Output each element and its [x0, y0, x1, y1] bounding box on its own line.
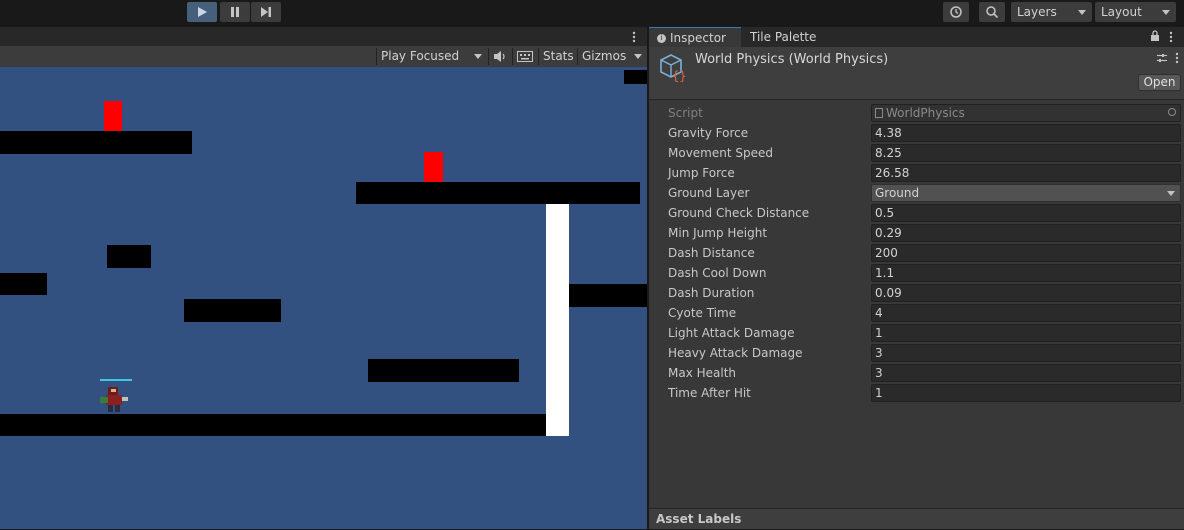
min-jump-height-label: Min Jump Height [668, 226, 768, 240]
game-view-toolbar: Play Focused Stats Gizmos [0, 46, 647, 67]
chevron-down-icon [1167, 191, 1175, 196]
component-header: {} World Physics (World Physics) Open [649, 47, 1184, 100]
chevron-down-icon [1078, 10, 1086, 15]
gizmos-dropdown[interactable]: Gizmos [582, 46, 644, 67]
lock-icon[interactable] [1150, 30, 1160, 42]
platform [0, 131, 192, 154]
game-viewport[interactable] [0, 67, 647, 529]
asset-labels-header[interactable]: Asset Labels [649, 508, 1184, 529]
speaker-icon [494, 51, 505, 62]
play-focused-label: Play Focused [381, 49, 460, 63]
light-attack-damage-label: Light Attack Damage [668, 326, 795, 340]
search-icon [986, 6, 999, 19]
cyote-time-label: Cyote Time [668, 306, 737, 320]
pause-button[interactable] [220, 2, 250, 22]
kebab-menu-icon[interactable] [629, 30, 639, 44]
object-picker-icon[interactable] [1168, 108, 1176, 116]
step-icon [261, 7, 271, 17]
tab-inspector-label: Inspector [670, 31, 726, 45]
play-icon [198, 7, 207, 17]
ground-layer-label: Ground Layer [668, 186, 750, 200]
min-jump-height-field[interactable]: 0.29 [871, 224, 1181, 242]
history-icon [950, 6, 962, 18]
ground-platform [0, 414, 546, 436]
platform [569, 284, 647, 307]
platform [356, 182, 640, 204]
mute-audio-button[interactable] [493, 46, 509, 67]
kebab-menu-icon[interactable] [1173, 51, 1181, 65]
dash-cool-down-label: Dash Cool Down [668, 266, 767, 280]
layout-dropdown[interactable]: Layout [1095, 2, 1176, 22]
chevron-down-icon [1162, 10, 1170, 15]
max-health-label: Max Health [668, 366, 737, 380]
undo-history-button[interactable] [943, 2, 969, 22]
svg-text:{}: {} [672, 69, 686, 82]
time-after-hit-label: Time After Hit [668, 386, 751, 400]
dash-distance-label: Dash Distance [668, 246, 755, 260]
platform [107, 245, 151, 268]
gizmos-label: Gizmos [582, 49, 627, 63]
component-title: World Physics (World Physics) [695, 52, 889, 67]
stats-button[interactable]: Stats [543, 46, 574, 67]
chevron-down-icon [474, 54, 482, 59]
dash-cool-down-field[interactable]: 1.1 [871, 264, 1181, 282]
player-character [100, 387, 128, 412]
hazard-block [104, 101, 122, 131]
script-label: Script [668, 106, 703, 120]
platform [184, 299, 281, 322]
game-tab-bar [0, 27, 647, 46]
heavy-attack-damage-label: Heavy Attack Damage [668, 346, 803, 360]
tab-tile-palette-label: Tile Palette [750, 30, 817, 44]
ground-check-distance-field[interactable]: 0.5 [871, 204, 1181, 222]
play-button[interactable] [187, 2, 217, 22]
play-focused-dropdown[interactable]: Play Focused [381, 46, 486, 67]
gravity-force-label: Gravity Force [668, 126, 749, 140]
keyboard-icon [517, 51, 533, 62]
ground-layer-dropdown[interactable]: Ground [871, 184, 1181, 202]
dash-duration-label: Dash Duration [668, 286, 755, 300]
heavy-attack-damage-field[interactable]: 3 [871, 344, 1181, 362]
time-after-hit-field[interactable]: 1 [871, 384, 1181, 402]
movement-speed-field[interactable]: 8.25 [871, 144, 1181, 162]
chevron-down-icon [634, 54, 642, 59]
pause-icon [231, 7, 239, 17]
platform [624, 70, 647, 84]
dash-distance-field[interactable]: 200 [871, 244, 1181, 262]
movement-speed-label: Movement Speed [668, 146, 773, 160]
light-attack-damage-field[interactable]: 1 [871, 324, 1181, 342]
script-file-icon [875, 108, 883, 118]
kebab-menu-icon[interactable] [1167, 30, 1175, 44]
dash-duration-field[interactable]: 0.09 [871, 284, 1181, 302]
tab-tile-palette[interactable]: Tile Palette [750, 27, 816, 47]
layers-label: Layers [1017, 5, 1057, 19]
ground-layer-value: Ground [875, 186, 920, 200]
open-button[interactable]: Open [1138, 74, 1181, 91]
inspector-tab-bar: i Inspector Tile Palette [649, 27, 1184, 47]
layers-dropdown[interactable]: Layers [1011, 2, 1092, 22]
tab-inspector[interactable]: i Inspector [649, 27, 741, 47]
platform [368, 359, 519, 382]
cyote-time-field[interactable]: 4 [871, 304, 1181, 322]
jump-force-field[interactable]: 26.58 [871, 164, 1181, 182]
script-component-icon: {} [660, 54, 686, 82]
main-toolbar: Layers Layout [0, 0, 1184, 27]
ground-check-distance-label: Ground Check Distance [668, 206, 810, 220]
settings-sliders-icon[interactable] [1156, 52, 1168, 64]
max-health-field[interactable]: 3 [871, 364, 1181, 382]
player-health-bar [100, 379, 132, 381]
jump-force-label: Jump Force [668, 166, 735, 180]
platform [0, 273, 47, 295]
script-field: WorldPhysics [871, 104, 1181, 122]
search-button[interactable] [979, 2, 1005, 22]
script-value: WorldPhysics [886, 106, 965, 120]
layout-label: Layout [1101, 5, 1142, 19]
gravity-force-field[interactable]: 4.38 [871, 124, 1181, 142]
hazard-block [424, 152, 443, 182]
keyboard-shortcuts-button[interactable] [517, 46, 533, 67]
step-button[interactable] [251, 2, 281, 22]
white-wall [546, 204, 569, 436]
info-icon: i [657, 34, 666, 43]
